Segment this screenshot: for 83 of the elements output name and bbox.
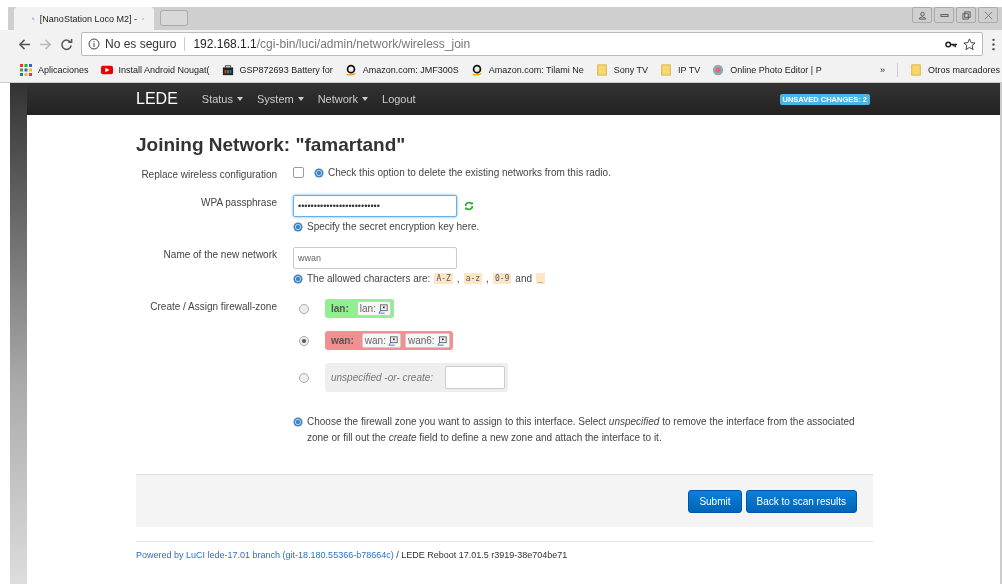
footer-link[interactable]: Powered by LuCI lede-17.01 branch (git-18.180.55366-b78664c)	[136, 550, 394, 560]
person-icon	[917, 10, 927, 20]
folder-icon	[660, 64, 673, 76]
radio-button[interactable]	[299, 372, 309, 383]
menu-item[interactable]: Logout	[382, 93, 416, 105]
info-icon	[88, 38, 100, 50]
checkbox[interactable]	[293, 167, 304, 178]
network-icon	[377, 303, 388, 314]
forward-icon[interactable]	[39, 37, 52, 51]
new-tab-button[interactable]	[160, 10, 188, 26]
browser-tab[interactable]: [NanoStation Loco M2] -	[14, 7, 154, 30]
interface-badge: wan6:	[404, 333, 450, 348]
network-icon	[387, 335, 398, 346]
bookmark-folder[interactable]: Otros marcadores	[909, 64, 1000, 76]
field-label: Create / Assign firewall-zone	[149, 300, 277, 314]
bookmark[interactable]: Amazon.com: JMF300S	[344, 64, 459, 76]
bookmark[interactable]: Sony TV	[595, 64, 649, 76]
help-text: and	[515, 273, 532, 284]
interface-badge: lan:	[356, 301, 391, 316]
play-icon	[100, 64, 113, 76]
help-icon	[293, 417, 303, 427]
field-label: Name of the new network	[162, 248, 277, 262]
bag-icon	[221, 64, 234, 76]
star-icon[interactable]	[963, 37, 976, 51]
back-icon[interactable]	[18, 37, 31, 51]
security-label: No es seguro	[105, 37, 177, 51]
help-text: Check this option to delete the existing networks from this radio.	[328, 167, 611, 178]
amazon-icon	[470, 64, 483, 76]
help-text: ,	[486, 273, 489, 284]
create-label: unspecified -or- create:	[331, 372, 434, 383]
field-label: Replace wireless configuration	[140, 168, 277, 180]
profile-button[interactable]	[912, 7, 932, 23]
folder-icon	[909, 64, 922, 76]
help-text: Specify the secret encryption key here.	[307, 221, 480, 232]
code-sample: A-Z	[434, 273, 453, 284]
bookmark[interactable]: Install Android Nougat(	[100, 64, 210, 76]
close-button[interactable]	[978, 7, 998, 23]
page-title: Joining Network: "famartand"	[136, 134, 407, 156]
brand-link[interactable]: LEDE	[136, 90, 178, 108]
code-sample: a-z	[463, 273, 483, 284]
radio-button[interactable]	[299, 335, 309, 346]
input-field[interactable]: wwan	[293, 247, 457, 269]
minimize-button[interactable]	[934, 7, 954, 23]
reveal-icon[interactable]	[464, 201, 474, 211]
help-text: ,	[456, 273, 460, 284]
help-text: The allowed characters are:	[307, 273, 431, 284]
field-label: WPA passphrase	[200, 196, 277, 210]
more-bookmarks-button[interactable]: »	[879, 65, 885, 75]
bookmark[interactable]: Amazon.com: Tilami Ne	[470, 64, 584, 76]
code-sample: _	[536, 273, 545, 284]
apps-icon	[20, 64, 32, 76]
menu-item[interactable]: Status	[201, 93, 243, 105]
globe-icon	[712, 64, 725, 76]
input-field[interactable]	[445, 366, 506, 389]
network-icon	[436, 335, 447, 346]
bookmark[interactable]: IP TV	[660, 64, 701, 76]
menu-item[interactable]: System	[257, 93, 304, 105]
interface-badge: wan:	[361, 333, 401, 348]
url-text: 192.168.1.1/cgi-bin/luci/admin/network/wireless_join	[193, 37, 471, 51]
menu-item[interactable]: Network	[317, 93, 368, 105]
action-button[interactable]: Back to scan results	[745, 489, 857, 513]
password-field[interactable]: ••••••••••••••••••••••••••	[293, 195, 457, 217]
help-icon	[293, 273, 303, 284]
restore-icon	[961, 10, 971, 20]
bookmark[interactable]: GSP872693 Battery for	[221, 64, 333, 76]
help-icon	[293, 221, 303, 232]
zone-name: wan:	[331, 335, 354, 346]
bookmark[interactable]: Aplicaciones	[20, 64, 89, 76]
folder-icon	[595, 64, 608, 76]
tab-title: [NanoStation Loco M2] -	[39, 13, 137, 24]
reload-icon[interactable]	[60, 37, 73, 51]
amazon-icon	[344, 64, 357, 76]
menu-icon[interactable]	[991, 37, 996, 51]
radio-button[interactable]	[299, 303, 309, 314]
zone-name: lan:	[331, 303, 349, 314]
action-button[interactable]: Submit	[688, 489, 742, 513]
footer-text: / LEDE Reboot 17.01.5 r3919-38e704be71	[396, 550, 568, 560]
address-bar[interactable]: No es seguro 192.168.1.1/cgi-bin/luci/admin/network/wireless_join	[81, 32, 983, 56]
bookmark[interactable]: Online Photo Editor | P	[712, 64, 822, 76]
help-text: Choose the firewall zone you want to assign to this interface. Select unspecified to remove the interface from the associated zone or fill out the create field to define a new zone and attach the interface to it.	[307, 415, 856, 445]
help-icon	[314, 167, 324, 178]
code-sample: 0-9	[492, 273, 512, 284]
maximize-button[interactable]	[956, 7, 976, 23]
